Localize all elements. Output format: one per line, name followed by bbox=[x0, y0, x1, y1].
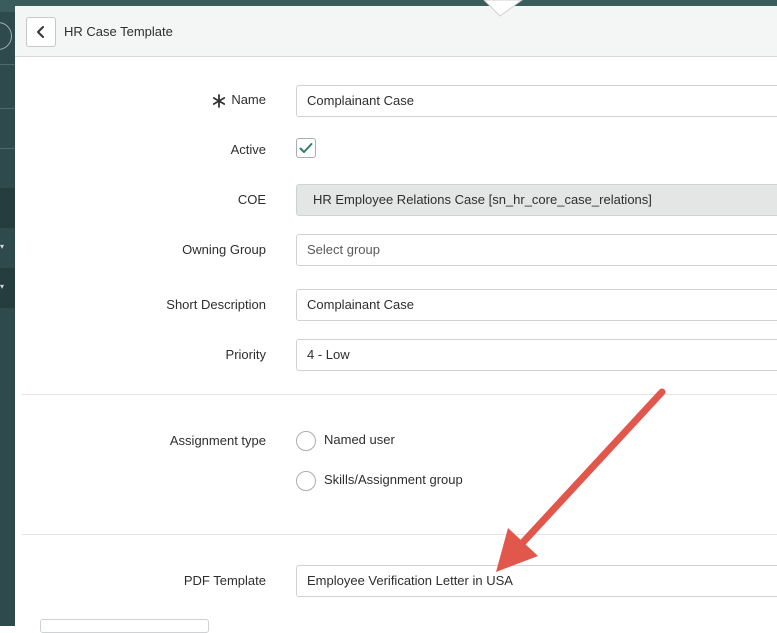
annotation-arrow-icon bbox=[496, 388, 666, 572]
owning-group-input[interactable]: Select group bbox=[296, 234, 777, 266]
name-label: Name bbox=[231, 92, 266, 107]
back-button[interactable] bbox=[26, 17, 56, 47]
short-description-input[interactable]: Complainant Case bbox=[296, 289, 777, 321]
partial-bottom-control[interactable] bbox=[40, 619, 209, 633]
skills-assignment-group-radio[interactable] bbox=[296, 471, 316, 491]
named-user-label[interactable]: Named user bbox=[324, 432, 395, 447]
nav-item[interactable] bbox=[0, 188, 15, 228]
coe-field: HR Employee Relations Case [sn_hr_core_c… bbox=[296, 184, 777, 216]
pdf-template-label: PDF Template bbox=[183, 573, 266, 588]
nav-top-bar bbox=[0, 0, 15, 12]
nav-expand-icon[interactable]: ▾ bbox=[0, 283, 4, 291]
coe-label: COE bbox=[237, 192, 266, 207]
owning-group-label: Owning Group bbox=[182, 242, 266, 257]
checkmark-icon bbox=[299, 143, 313, 153]
short-description-label: Short Description bbox=[166, 297, 266, 312]
form-header: HR Case Template bbox=[15, 6, 777, 57]
assignment-type-label: Assignment type bbox=[169, 433, 266, 448]
nav-expand-icon[interactable]: ▾ bbox=[0, 243, 4, 251]
priority-select[interactable]: 4 - Low bbox=[296, 339, 777, 371]
active-checkbox[interactable] bbox=[296, 138, 316, 158]
named-user-radio[interactable] bbox=[296, 431, 316, 451]
nav-divider bbox=[0, 64, 15, 65]
priority-label: Priority bbox=[225, 347, 266, 362]
name-input[interactable]: Complainant Case bbox=[296, 85, 777, 117]
active-label: Active bbox=[230, 142, 266, 157]
page-title: HR Case Template bbox=[64, 24, 173, 39]
nav-divider bbox=[0, 148, 15, 149]
nav-divider bbox=[0, 108, 15, 109]
chevron-left-icon bbox=[37, 26, 44, 38]
mouse-cursor-icon bbox=[483, 0, 523, 17]
left-nav-rail: ▾ ▾ bbox=[0, 0, 15, 626]
skills-assignment-group-label[interactable]: Skills/Assignment group bbox=[324, 472, 463, 487]
nav-avatar-circle[interactable] bbox=[0, 22, 12, 50]
required-asterisk-icon bbox=[212, 94, 226, 108]
